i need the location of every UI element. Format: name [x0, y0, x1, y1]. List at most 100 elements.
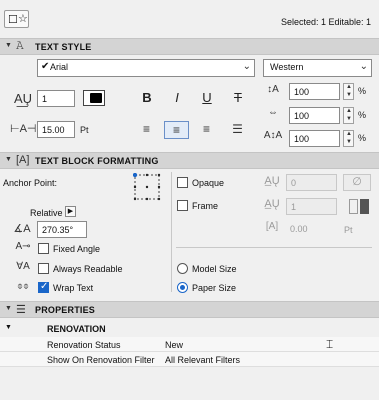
- frame-offset-icon: [A]: [265, 221, 279, 232]
- model-size-radio[interactable]: [177, 263, 188, 274]
- no-fill-icon[interactable]: ∅: [343, 174, 371, 191]
- fixed-angle-checkbox[interactable]: [38, 243, 49, 254]
- text-size-icon: ⊢A⊣: [10, 123, 37, 135]
- property-key: Show On Renovation Filter: [47, 355, 155, 365]
- always-readable-checkbox[interactable]: [38, 263, 49, 274]
- paper-size-radio[interactable]: [177, 282, 188, 293]
- group-title: RENOVATION: [47, 324, 106, 334]
- pen-color-swatch[interactable]: [83, 90, 105, 106]
- favorites-button[interactable]: ☐ ☆: [4, 10, 29, 28]
- fixed-angle-icon: A⊸: [15, 241, 31, 252]
- property-value[interactable]: All Relevant Filters: [165, 355, 240, 365]
- section-header-text-style[interactable]: ▼ 𝙰 TEXT STYLE: [0, 38, 379, 55]
- anchor-point-label: Anchor Point:: [3, 178, 58, 188]
- percent-unit: %: [358, 86, 367, 96]
- width-factor-stepper[interactable]: ▲ ▼: [343, 107, 354, 124]
- frame-pen-field[interactable]: 1: [286, 198, 337, 215]
- script-value: Western: [270, 62, 304, 72]
- table-row[interactable]: Show On Renovation Filter All Relevant F…: [0, 352, 379, 367]
- strikethrough-button[interactable]: T: [229, 90, 247, 108]
- opaque-checkbox[interactable]: [177, 177, 188, 188]
- align-center-button[interactable]: ≡: [164, 121, 189, 139]
- wrap-text-icon: ⌽⌽: [17, 281, 29, 292]
- fixed-angle-label: Fixed Angle: [53, 244, 101, 254]
- section-title: PROPERTIES: [35, 305, 96, 315]
- frame-offset-unit: Pt: [344, 225, 353, 235]
- char-spacing-icon: ↕A: [267, 84, 279, 95]
- property-key: Renovation Status: [47, 340, 121, 350]
- chevron-down-icon: ⌄: [242, 61, 251, 72]
- pen-number-field[interactable]: 1: [37, 90, 75, 107]
- text-pen-icon: A͟Ų: [13, 91, 33, 106]
- frame-color-swatch[interactable]: [349, 199, 358, 214]
- background-pen-icon: A̲Ų: [264, 175, 280, 187]
- italic-button[interactable]: I: [168, 90, 186, 108]
- char-spacing-stepper[interactable]: ▲ ▼: [343, 83, 354, 100]
- stepper-down-icon[interactable]: ▼: [346, 139, 352, 145]
- relative-label: Relative: [30, 208, 63, 218]
- checkmark-icon: ✔: [41, 61, 50, 72]
- section-header-properties[interactable]: ▼ ☰ PROPERTIES: [0, 301, 379, 318]
- text-size-field[interactable]: 15.00: [37, 121, 75, 138]
- model-size-label: Model Size: [192, 264, 237, 274]
- align-justify-button[interactable]: ☰: [225, 121, 250, 139]
- collapse-triangle-icon[interactable]: ▼: [5, 324, 12, 331]
- frame-checkbox[interactable]: [177, 200, 188, 211]
- section-title: TEXT BLOCK FORMATTING: [35, 156, 159, 166]
- line-spacing-icon: A↕A: [263, 130, 283, 141]
- bold-button[interactable]: B: [138, 90, 156, 108]
- horizontal-divider: [176, 247, 372, 248]
- angle-icon: ∡A: [13, 223, 31, 235]
- collapse-triangle-icon[interactable]: ▼: [5, 305, 12, 312]
- line-spacing-field[interactable]: 100: [289, 130, 340, 147]
- chevron-down-icon: ⌄: [359, 61, 368, 72]
- align-right-button[interactable]: ≡: [194, 121, 219, 139]
- stepper-down-icon[interactable]: ▼: [346, 116, 352, 122]
- renovation-group-header[interactable]: ▼ RENOVATION: [0, 321, 379, 337]
- underline-button[interactable]: U: [198, 90, 216, 108]
- opaque-label: Opaque: [192, 178, 225, 188]
- percent-unit: %: [358, 110, 367, 120]
- width-factor-field[interactable]: 100: [289, 107, 340, 124]
- paper-size-label: Paper Size: [192, 283, 237, 293]
- selection-info: Selected: 1 Editable: 1: [280, 17, 371, 27]
- font-value: Arial: [50, 62, 69, 72]
- star-icon: ☆: [18, 13, 28, 25]
- relative-menu-button[interactable]: ▶: [65, 206, 76, 217]
- script-dropdown[interactable]: Western ⌄: [263, 59, 372, 77]
- box-icon: ☐: [8, 14, 18, 26]
- size-unit: Pt: [80, 125, 89, 135]
- frame-offset-field[interactable]: 0.00: [286, 221, 337, 238]
- collapse-triangle-icon[interactable]: ▼: [5, 42, 12, 49]
- always-readable-label: Always Readable: [53, 264, 123, 274]
- opaque-pen-field[interactable]: 0: [286, 174, 337, 191]
- angle-field[interactable]: 270.35°: [37, 221, 87, 238]
- column-divider: [171, 172, 172, 292]
- renovation-icon[interactable]: ⌶: [326, 337, 333, 352]
- section-title: TEXT STYLE: [35, 42, 92, 52]
- property-value[interactable]: New: [165, 340, 183, 350]
- stepper-down-icon[interactable]: ▼: [346, 92, 352, 98]
- percent-unit: %: [358, 133, 367, 143]
- section-header-text-block[interactable]: ▼ [A] TEXT BLOCK FORMATTING: [0, 152, 379, 169]
- align-left-button[interactable]: ≡: [134, 121, 159, 139]
- text-style-icon: 𝙰: [16, 40, 24, 52]
- wrap-text-label: Wrap Text: [53, 283, 94, 293]
- wrap-text-checkbox[interactable]: [38, 281, 49, 293]
- anchor-point-grid[interactable]: [132, 172, 161, 201]
- font-dropdown[interactable]: ✔ Arial ⌄: [37, 59, 255, 77]
- properties-icon: ☰: [16, 304, 26, 316]
- frame-color-fill: [360, 199, 369, 214]
- collapse-triangle-icon[interactable]: ▼: [5, 156, 12, 163]
- table-row[interactable]: Renovation Status New ⌶: [0, 337, 379, 352]
- char-spacing-field[interactable]: 100: [289, 83, 340, 100]
- line-spacing-stepper[interactable]: ▲ ▼: [343, 130, 354, 147]
- always-readable-icon: ∀A: [16, 261, 30, 272]
- stepper-up-icon[interactable]: ▲: [346, 108, 352, 114]
- width-factor-icon: ⇔: [268, 107, 278, 118]
- text-block-icon: [A]: [16, 154, 30, 166]
- stepper-up-icon[interactable]: ▲: [346, 131, 352, 137]
- stepper-up-icon[interactable]: ▲: [346, 84, 352, 90]
- frame-label: Frame: [192, 201, 219, 211]
- frame-pen-icon: A̲Ų: [264, 198, 280, 210]
